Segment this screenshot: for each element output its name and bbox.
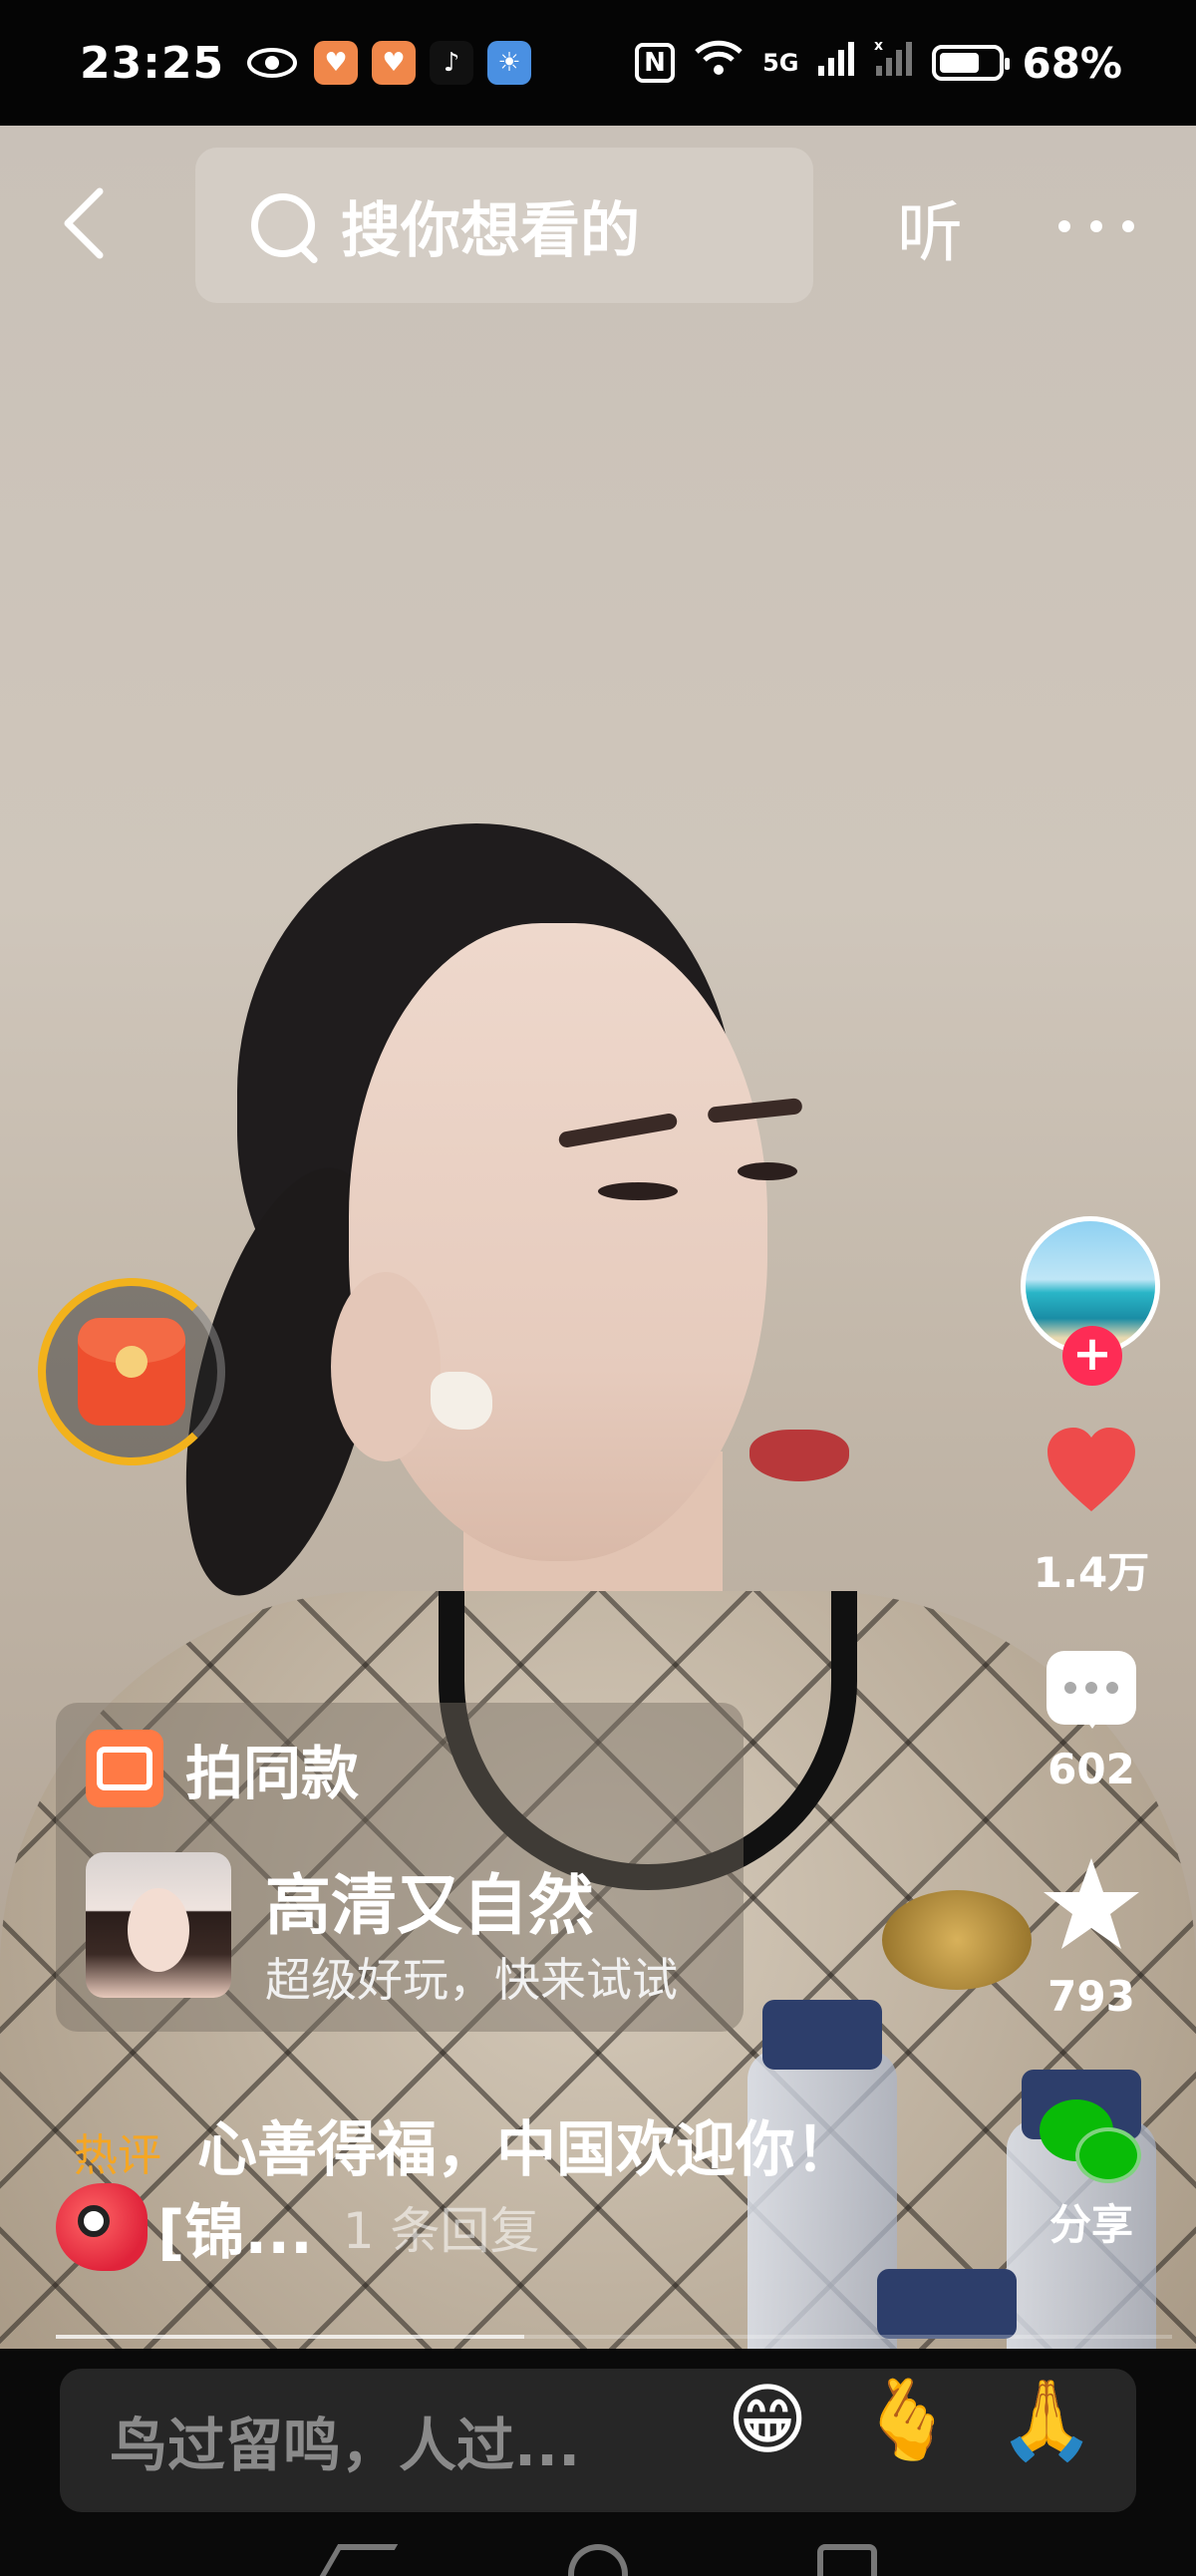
water-bottle-cap [762,2000,882,2070]
like-count: 1.4万 [1033,1548,1150,1597]
system-nav-bar [0,2544,1196,2576]
signal-off-icon: x [874,38,914,88]
video-subject-eye [598,1182,678,1200]
back-button[interactable] [56,183,112,263]
more-button[interactable] [1056,169,1136,253]
video-subject-eye [738,1162,797,1180]
hot-comment-tag: 热评 [74,2130,161,2181]
video-progress-bar[interactable] [56,2335,1172,2339]
weather-icon: ☀ [487,41,532,85]
template-thumbnail [86,1852,231,1998]
reply-prefix: [锦... [157,2197,313,2268]
star-icon [1017,1854,1166,1970]
water-bottle [748,2050,897,2349]
signal-icon [816,38,856,88]
video-subject-ear [331,1272,441,1461]
red-envelope-button[interactable] [38,1278,225,1465]
template-name: 高清又自然 [265,1867,594,1944]
video-subject-earring [431,1372,492,1430]
share-label: 分享 [1048,2200,1133,2249]
heart-icon [1017,1426,1166,1537]
template-card-header: 拍同款 [86,1727,359,1810]
status-right: N 5G x 68% [635,38,1122,88]
finger-heart-emoji-button[interactable]: 🫰 [857,2371,957,2470]
favorite-count: 793 [1047,1972,1135,2021]
grin-emoji-button[interactable]: 😁 [718,2371,817,2470]
search-placeholder: 搜你想看的 [341,195,640,266]
eye-icon [244,41,300,85]
hot-comment-reply[interactable]: [锦... 1 条回复 [56,2183,540,2271]
like-button[interactable]: 1.4万 [1017,1426,1166,1600]
status-time: 23:25 [80,37,225,89]
notification-icons: ♥ ♥ ♪ ☀ [244,41,532,85]
comment-placeholder: 鸟过留鸣，人过... [110,2412,581,2479]
tiktok-icon: ♪ [430,41,474,85]
app-icon: ♥ [372,41,417,85]
comment-input[interactable]: 鸟过留鸣，人过... [60,2369,1136,2512]
reply-count: 1 条回复 [342,2202,540,2260]
video-progress-fill [56,2335,525,2339]
comment-icon [1046,1651,1136,1729]
search-icon [247,189,319,261]
network-type: 5G [762,49,799,77]
nav-recents-button[interactable] [817,2544,877,2576]
wechat-icon [1032,2093,1151,2189]
camera-icon [86,1730,163,1807]
follow-button[interactable]: + [1062,1326,1122,1386]
wifi-icon [693,38,745,88]
battery-percent: 68% [1022,38,1122,88]
more-icon [1058,220,1134,232]
battery-icon [932,45,1011,81]
template-card[interactable]: 拍同款 高清又自然 超级好玩，快来试试 [56,1703,744,2032]
share-button[interactable]: 分享 [1017,2093,1166,2252]
bottom-bar: 鸟过留鸣，人过... 😁 🫰 🙏 [0,2349,1196,2576]
video-subject-face [349,923,767,1561]
nav-back-button[interactable] [319,2544,399,2576]
favorite-button[interactable]: 793 [1017,1854,1166,2021]
svg-text:x: x [874,38,883,54]
red-envelope-icon [78,1318,185,1426]
status-bar: 23:25 ♥ ♥ ♪ ☀ N 5G x 68% [0,0,1196,126]
comment-count: 602 [1047,1745,1135,1793]
pray-emoji-button[interactable]: 🙏 [997,2371,1096,2470]
template-description: 超级好玩，快来试试 [265,1953,678,2007]
koi-fish-icon [56,2183,148,2271]
search-input[interactable]: 搜你想看的 [195,148,813,303]
chevron-left-icon [64,187,104,259]
nav-home-button[interactable] [568,2544,628,2576]
video-subject-lips [749,1430,849,1481]
top-bar: 搜你想看的 听 [0,146,1196,305]
water-bottle-cap [877,2269,1017,2339]
template-card-title: 拍同款 [185,1740,360,1807]
hot-comment-text: 心善得福，中国欢迎你！ [197,2115,855,2185]
hot-comment[interactable]: 热评 心善得福，中国欢迎你！ [74,2101,855,2188]
comment-button[interactable]: 602 [1017,1635,1166,1793]
video-subject-brooch [882,1890,1032,1990]
app-icon: ♥ [314,41,359,85]
nfc-icon: N [635,43,676,83]
listen-button[interactable]: 听 [897,179,963,275]
